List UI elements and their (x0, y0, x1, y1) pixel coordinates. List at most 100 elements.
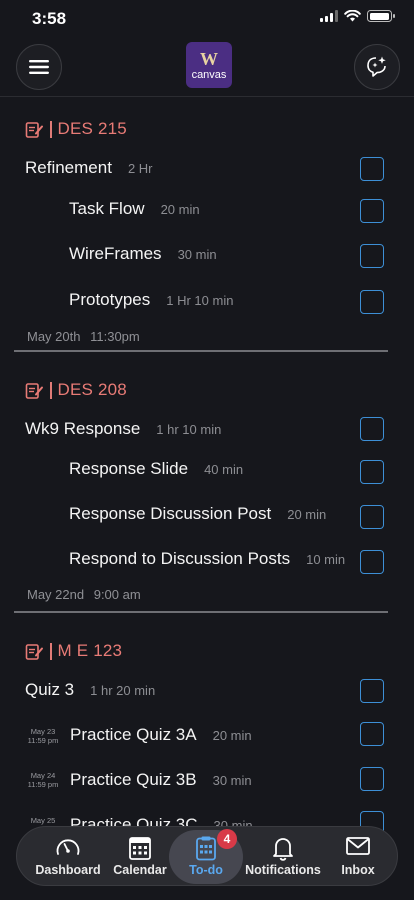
task-duration: 1 Hr 10 min (166, 293, 234, 308)
logo-letter: W (200, 48, 218, 69)
tab-notifications[interactable]: Notifications (243, 827, 323, 887)
task-checkbox[interactable] (360, 460, 384, 484)
gauge-icon (56, 839, 80, 855)
task-checkbox[interactable] (360, 505, 384, 529)
task-duration: 30 min (212, 773, 252, 788)
tab-label: Calendar (113, 863, 167, 877)
subtask-due-day: May 24 (30, 771, 56, 780)
task-name: Respond to Discussion Posts (69, 549, 291, 568)
task-checkbox[interactable] (360, 767, 384, 791)
task-duration: 10 min (306, 552, 346, 567)
task-name: Practice Quiz 3B (70, 770, 197, 789)
task-name: Quiz 3 (25, 680, 75, 699)
course-header-des-208: DES 208 (25, 380, 127, 400)
task-checkbox[interactable] (360, 722, 384, 746)
wifi-icon (344, 10, 361, 22)
tab-label: To-do (189, 863, 223, 877)
top-bar: W canvas (0, 40, 414, 96)
task-name: WireFrames (69, 244, 162, 263)
course-divider-bar (50, 381, 52, 399)
status-icons (320, 10, 395, 22)
subtask-row: WireFrames 30 min (69, 244, 217, 264)
subtask-row: Prototypes 1 Hr 10 min (69, 290, 233, 310)
task-checkbox[interactable] (360, 290, 384, 314)
clipboard-icon (196, 836, 216, 861)
assignment-icon (25, 643, 43, 660)
task-duration: 20 min (160, 202, 200, 217)
course-divider-bar (50, 642, 52, 660)
subtask-row: Task Flow 20 min (69, 199, 200, 219)
task-checkbox[interactable] (360, 157, 384, 181)
task-duration: 1 hr 10 min (156, 422, 222, 437)
bell-icon (273, 838, 293, 861)
bottom-tab-bar: Dashboard Calendar To-do 4 Notifications… (16, 826, 398, 886)
envelope-icon (346, 837, 370, 855)
task-name: Refinement (25, 158, 112, 177)
top-divider (0, 96, 414, 97)
tab-label: Inbox (341, 863, 375, 877)
task-row: Quiz 3 1 hr 20 min (25, 680, 155, 700)
course-name: DES 208 (57, 380, 127, 399)
due-date-time: 9:00 am (93, 587, 141, 602)
task-name: Task Flow (69, 199, 145, 218)
subtask-due-time: 11:59 pm (27, 736, 59, 745)
task-checkbox[interactable] (360, 199, 384, 223)
task-row: Refinement 2 Hr (25, 158, 153, 178)
course-header-des-215: DES 215 (25, 119, 127, 139)
task-duration: 20 min (212, 728, 252, 743)
tab-calendar[interactable]: Calendar (109, 827, 171, 887)
due-date: May 22nd 9:00 am (27, 587, 141, 602)
due-date-day: May 22nd (27, 587, 85, 602)
task-duration: 1 hr 20 min (90, 683, 156, 698)
subtask-row: Practice Quiz 3B 30 min (70, 770, 252, 790)
subtask-row: Response Slide 40 min (69, 459, 243, 479)
ai-assistant-button[interactable] (354, 44, 400, 90)
canvas-logo: W canvas (186, 42, 232, 88)
task-name: Response Slide (69, 459, 189, 478)
tab-dashboard[interactable]: Dashboard (27, 827, 109, 887)
task-duration: 30 min (177, 247, 217, 262)
assignment-icon (25, 382, 43, 399)
assignment-icon (25, 121, 43, 138)
task-row: Wk9 Response 1 hr 10 min (25, 419, 221, 439)
tab-inbox[interactable]: Inbox (323, 827, 393, 887)
course-divider-bar (50, 120, 52, 138)
task-checkbox[interactable] (360, 679, 384, 703)
menu-button[interactable] (16, 44, 62, 90)
subtask-due-day: May 25 (30, 816, 56, 825)
course-name: M E 123 (57, 641, 123, 660)
tab-label: Notifications (245, 863, 321, 877)
subtask-due-date: May 25 (24, 816, 62, 825)
subtask-row: Response Discussion Post 20 min (69, 504, 326, 524)
task-duration: 2 Hr (127, 161, 153, 176)
task-checkbox[interactable] (360, 550, 384, 574)
course-name: DES 215 (57, 119, 127, 138)
subtask-due-date: May 24 11:59 pm (24, 771, 62, 789)
cellular-signal-icon (320, 10, 338, 22)
task-checkbox[interactable] (360, 417, 384, 441)
hamburger-icon (29, 60, 49, 74)
due-date: May 20th 11:30pm (27, 329, 140, 344)
course-header-me-123: M E 123 (25, 641, 122, 661)
due-date-day: May 20th (27, 329, 81, 344)
task-duration: 40 min (204, 462, 244, 477)
status-time: 3:58 (32, 9, 67, 28)
task-name: Wk9 Response (25, 419, 141, 438)
due-date-time: 11:30pm (90, 329, 140, 344)
task-name: Prototypes (69, 290, 151, 309)
section-divider (14, 611, 388, 613)
task-checkbox[interactable] (360, 244, 384, 268)
todo-count-badge: 4 (217, 829, 237, 849)
task-name: Response Discussion Post (69, 504, 272, 523)
task-name: Practice Quiz 3A (70, 725, 197, 744)
sparkle-chat-icon (367, 56, 386, 77)
status-bar: 3:58 (0, 0, 414, 38)
subtask-due-day: May 23 (30, 727, 56, 736)
subtask-due-time: 11:59 pm (27, 780, 59, 789)
battery-icon (367, 10, 395, 22)
calendar-icon (129, 837, 151, 860)
task-duration: 20 min (287, 507, 327, 522)
subtask-row: Respond to Discussion Posts 10 min (69, 549, 345, 569)
section-divider (14, 350, 388, 352)
subtask-due-date: May 23 11:59 pm (24, 727, 62, 745)
